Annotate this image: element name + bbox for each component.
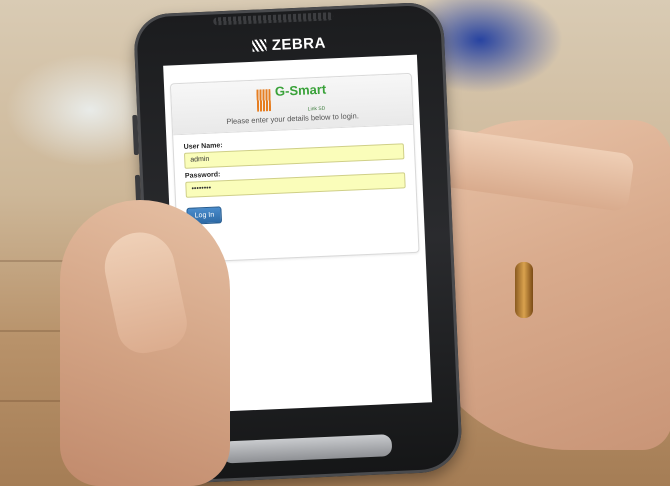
login-form: User Name: admin Password: •••••••• Log … [173, 125, 417, 231]
bottom-speaker-grille [221, 434, 393, 464]
zebra-logo-icon [252, 39, 268, 52]
brand-text: ZEBRA [271, 34, 327, 54]
wedding-ring [515, 262, 533, 318]
logo-wordmark: G-Smart Link SD [275, 82, 328, 116]
g-smart-logo-icon [256, 89, 272, 112]
side-button [132, 114, 140, 156]
logo-name: G-Smart [274, 81, 327, 99]
logo-subtitle: Link SD [307, 105, 326, 113]
earpiece-speaker [213, 12, 334, 26]
